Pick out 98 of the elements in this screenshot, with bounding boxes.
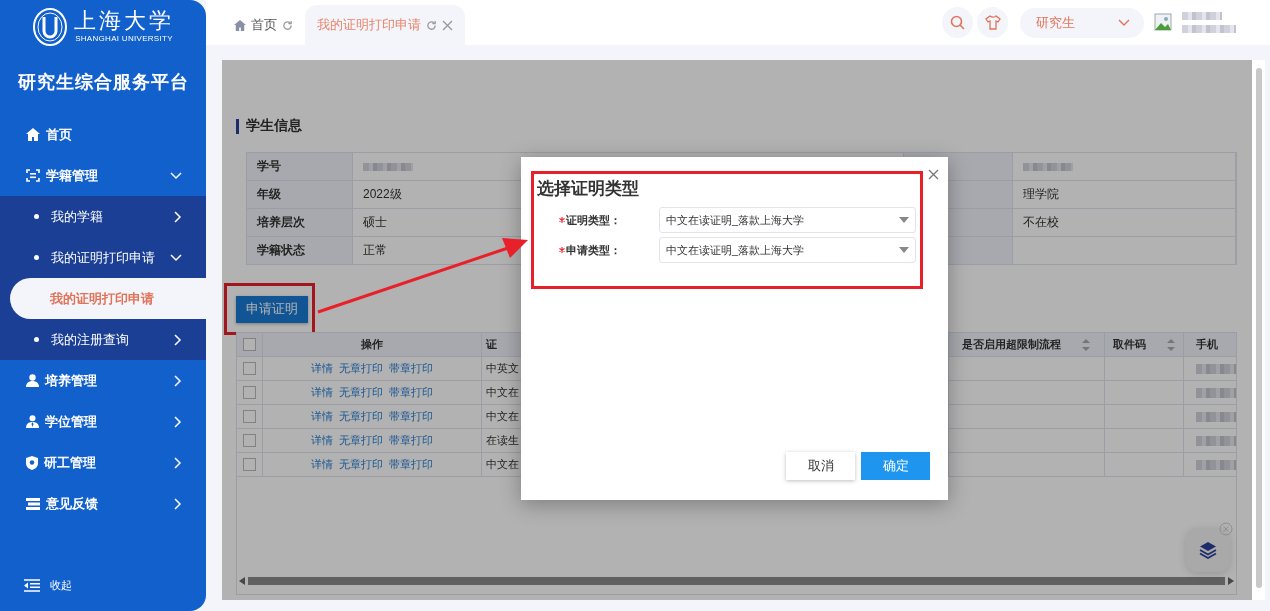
logo-subtitle: SHANGHAI UNIVERSITY — [75, 33, 173, 45]
role-select[interactable]: 研究生 — [1020, 7, 1144, 38]
dropdown-icon — [899, 217, 909, 223]
scroll-right-icon[interactable] — [1228, 577, 1234, 585]
sidebar-item[interactable]: 我的注册查询 — [0, 319, 206, 360]
blurred-text — [1182, 12, 1222, 20]
action-link[interactable]: 带章打印 — [389, 361, 433, 376]
shirt-icon — [984, 15, 1001, 30]
info-label: 学籍状态 — [247, 237, 353, 265]
search-button[interactable] — [942, 7, 973, 38]
checkbox[interactable] — [243, 434, 256, 447]
refresh-icon[interactable] — [426, 19, 437, 31]
sidebar-item[interactable]: 首页 — [0, 114, 206, 155]
type-select[interactable]: 中文在读证明_落款上海大学 — [659, 237, 916, 263]
collapse-button[interactable]: 收起 — [0, 578, 206, 611]
blurred-text — [1196, 363, 1236, 374]
blurred-text — [1196, 435, 1236, 446]
platform-title: 研究生综合服务平台 — [16, 71, 190, 94]
section-title: 学生信息 — [246, 117, 302, 135]
sidebar-item[interactable]: 意见反馈 — [0, 483, 206, 524]
dropdown-icon — [899, 247, 909, 253]
column-header: 手机 — [1196, 337, 1218, 352]
column-header: 操作 — [361, 337, 383, 352]
tab[interactable]: 我的证明打印申请 — [305, 5, 465, 45]
refresh-icon[interactable] — [282, 19, 293, 31]
person-tie-icon — [26, 415, 39, 428]
close-icon[interactable] — [1219, 522, 1233, 536]
close-icon[interactable] — [442, 19, 453, 31]
checkbox[interactable] — [243, 410, 256, 423]
blurred-text — [1196, 387, 1236, 398]
info-value: 理学院 — [1013, 181, 1236, 209]
field-label: 申请类型： — [566, 242, 621, 258]
blurred-text — [1196, 459, 1236, 470]
action-link[interactable]: 无章打印 — [339, 385, 383, 400]
blurred-text — [1182, 25, 1236, 33]
info-label: 培养层次 — [247, 209, 353, 237]
vertical-scrollbar[interactable] — [1255, 68, 1262, 588]
sidebar-item[interactable]: 培养管理 — [0, 360, 206, 401]
layers-icon — [1198, 540, 1218, 560]
action-link[interactable]: 详情 — [311, 361, 333, 376]
info-value: 不在校 — [1013, 209, 1236, 237]
column-header: 证 — [486, 337, 497, 352]
info-label: 学号 — [247, 153, 353, 181]
sidebar-item[interactable]: 学位管理 — [0, 401, 206, 442]
sort-icon[interactable] — [1081, 337, 1091, 352]
action-link[interactable]: 无章打印 — [339, 409, 383, 424]
action-link[interactable]: 无章打印 — [339, 361, 383, 376]
column-header: 取件码 — [1112, 337, 1146, 352]
logo-text: 上海大学 — [74, 9, 174, 33]
action-link[interactable]: 详情 — [311, 409, 333, 424]
action-link[interactable]: 带章打印 — [389, 433, 433, 448]
chevron-down-icon — [1118, 19, 1130, 26]
sidebar-item[interactable]: 我的证明打印申请 — [0, 237, 206, 278]
horizontal-scrollbar[interactable] — [248, 577, 1225, 585]
cancel-button[interactable]: 取消 — [786, 452, 855, 480]
apply-certificate-button[interactable]: 申请证明 — [236, 295, 308, 323]
confirm-button[interactable]: 确定 — [861, 452, 930, 480]
list-icon — [26, 497, 40, 510]
blurred-text — [1196, 411, 1236, 422]
checkbox[interactable] — [243, 338, 256, 351]
search-icon — [950, 15, 965, 30]
action-link[interactable]: 无章打印 — [339, 433, 383, 448]
table-cell: 中文在 — [486, 457, 519, 472]
action-link[interactable]: 无章打印 — [339, 457, 383, 472]
home-icon — [26, 128, 40, 141]
action-link[interactable]: 带章打印 — [389, 385, 433, 400]
scan-icon — [26, 169, 40, 182]
type-select[interactable]: 中文在读证明_落款上海大学 — [659, 207, 916, 233]
action-link[interactable]: 详情 — [311, 433, 333, 448]
checkbox[interactable] — [243, 458, 256, 471]
university-emblem-icon — [32, 7, 68, 47]
dialog-title: 选择证明类型 — [537, 178, 640, 200]
action-link[interactable]: 详情 — [311, 457, 333, 472]
sidebar-item[interactable]: 研工管理 — [0, 442, 206, 483]
sidebar-item[interactable]: 我的学籍 — [0, 196, 206, 237]
theme-button[interactable] — [977, 7, 1008, 38]
collapse-icon — [24, 579, 40, 592]
table-cell: 中文在 — [486, 409, 519, 424]
scroll-left-icon[interactable] — [239, 577, 245, 585]
field-label: 证明类型： — [566, 212, 621, 228]
sort-icon[interactable] — [1165, 337, 1176, 352]
column-header: 是否启用超限制流程 — [962, 337, 1061, 352]
sidebar-item[interactable]: 学籍管理 — [0, 155, 206, 196]
checkbox[interactable] — [243, 362, 256, 375]
action-link[interactable]: 详情 — [311, 385, 333, 400]
sidebar-item[interactable]: 我的证明打印申请 — [10, 278, 206, 319]
home-icon — [234, 19, 246, 31]
table-cell: 中文在 — [486, 385, 519, 400]
person-icon — [26, 374, 39, 387]
shield-icon — [26, 455, 38, 470]
table-cell: 中英文 — [486, 361, 519, 376]
table-cell: 在读生 — [486, 433, 519, 448]
action-link[interactable]: 带章打印 — [389, 409, 433, 424]
layers-button[interactable] — [1186, 528, 1230, 572]
action-link[interactable]: 带章打印 — [389, 457, 433, 472]
checkbox[interactable] — [243, 386, 256, 399]
tab[interactable]: 首页 — [222, 5, 305, 45]
info-label: 年级 — [247, 181, 353, 209]
